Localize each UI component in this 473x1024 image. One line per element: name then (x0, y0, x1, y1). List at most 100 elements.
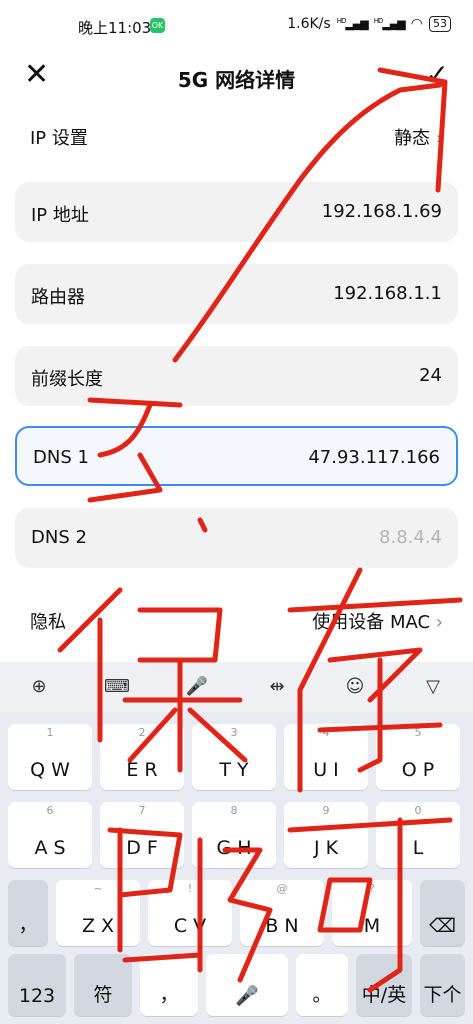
dns1-field[interactable]: DNS 1 47.93.117.166 (15, 426, 458, 486)
network-speed: 1.6K/s (287, 16, 331, 32)
chevron-right-icon: › (435, 612, 443, 633)
ip-address-field[interactable]: IP 地址 192.168.1.69 (15, 182, 458, 242)
ip-address-value[interactable]: 192.168.1.69 (322, 201, 442, 222)
ifly-icon[interactable]: ⊕ (24, 676, 54, 697)
key-hint: 6 (46, 804, 54, 817)
keyboard-key[interactable]: ⌫ (420, 880, 465, 946)
signal-icon: HD▂▄▆ (336, 17, 369, 31)
key-hint: 7 (138, 804, 146, 817)
keyboard-key[interactable]: 5 O P (376, 724, 460, 790)
keyboard-key[interactable]: 符 (74, 954, 132, 1016)
keyboard-key[interactable]: 6 A S (8, 802, 92, 868)
battery-icon: 53 (429, 16, 451, 32)
emoji-icon[interactable]: ☺ (340, 676, 370, 697)
key-label: L (412, 837, 424, 859)
keyboard-key[interactable]: 0L (376, 802, 460, 868)
key-label: T Y (219, 759, 249, 781)
key-hint: 4 (322, 726, 330, 739)
keyboard-key[interactable]: 🎤 (206, 954, 288, 1016)
ip-address-label: IP 地址 (31, 205, 89, 226)
keyboard-key[interactable]: 9 J K (284, 802, 368, 868)
keyboard-key[interactable]: @ B N (240, 880, 324, 946)
keyboard-key[interactable]: 3 T Y (192, 724, 276, 790)
dns1-label: DNS 1 (33, 447, 89, 468)
dns1-value[interactable]: 47.93.117.166 (308, 447, 440, 468)
key-label: B N (265, 915, 299, 937)
dns2-field[interactable]: DNS 2 8.8.4.4 (15, 508, 458, 568)
key-label: A S (34, 837, 66, 859)
key-label: Z X (81, 915, 115, 937)
key-label: Q W (30, 759, 70, 781)
header: ✕ 5G 网络详情 ✓ (0, 52, 473, 102)
keyboard-key[interactable]: 2 E R (100, 724, 184, 790)
key-label: ， (159, 984, 179, 1006)
signal-icon-2: HD▂▄▆ (373, 17, 406, 31)
keyboard-key[interactable]: 4 U I (284, 724, 368, 790)
keyboard-key[interactable]: ， (140, 954, 198, 1016)
key-label: M (363, 915, 381, 937)
router-label: 路由器 (31, 287, 85, 308)
keyboard-toolbar: ⊕ ⌨ 🎤 ⇹ ☺ ▽ (0, 662, 473, 712)
keyboard-key[interactable]: ? M (332, 880, 412, 946)
confirm-save-button[interactable]: ✓ (426, 60, 449, 90)
key-label: 符 (93, 984, 113, 1006)
keyboard-key[interactable]: 下个 (420, 954, 465, 1016)
router-value[interactable]: 192.168.1.1 (333, 283, 442, 304)
ip-settings-value: 静态 › (394, 128, 443, 149)
key-hint: 0 (414, 804, 422, 817)
key-label: ⌫ (429, 915, 456, 937)
keyboard-key[interactable]: ， (8, 880, 48, 946)
key-label: O P (401, 759, 435, 781)
key-hint: 2 (138, 726, 146, 739)
key-hint: 9 (322, 804, 330, 817)
router-field[interactable]: 路由器 192.168.1.1 (15, 264, 458, 324)
dns2-placeholder[interactable]: 8.8.4.4 (379, 527, 442, 548)
hide-keyboard-icon[interactable]: ▽ (418, 676, 448, 697)
keyboard-key[interactable]: 。 (296, 954, 348, 1016)
keyboard-key[interactable]: 7 D F (100, 802, 184, 868)
app-notification-icon: OK (150, 18, 165, 33)
key-label: 下个 (423, 984, 462, 1006)
key-label: 中/英 (361, 984, 407, 1006)
keyboard-key[interactable]: 8 G H (192, 802, 276, 868)
wifi-icon: ◠ (410, 16, 423, 32)
key-label: C V (173, 915, 207, 937)
microphone-icon[interactable]: 🎤 (182, 676, 212, 697)
key-hint: ! (187, 882, 193, 895)
keyboard-key[interactable]: ! C V (148, 880, 232, 946)
key-label: J K (313, 837, 339, 859)
key-hint: 5 (414, 726, 422, 739)
key-hint: 3 (230, 726, 238, 739)
key-hint: 1 (46, 726, 54, 739)
ip-settings-row[interactable]: IP 设置 静态 › (30, 116, 443, 156)
key-label: 🎤 (235, 985, 259, 1007)
key-label: U I (313, 759, 339, 781)
key-label: D F (126, 837, 158, 859)
privacy-row[interactable]: 隐私 使用设备 MAC › (30, 600, 443, 640)
prefix-length-field[interactable]: 前缀长度 24 (15, 346, 458, 406)
privacy-label: 隐私 (30, 612, 66, 633)
key-label: G H (216, 837, 252, 859)
status-bar: 晚上11:03 OK 1.6K/s HD▂▄▆ HD▂▄▆ ◠ 53 (0, 0, 473, 52)
keyboard-key[interactable]: 123 (8, 954, 66, 1016)
status-time: 晚上11:03 (78, 19, 152, 37)
key-hint: 8 (230, 804, 238, 817)
chevron-right-icon: › (435, 128, 443, 149)
key-hint: ~ (93, 882, 103, 895)
keyboard-key[interactable]: 中/英 (356, 954, 412, 1016)
keyboard-key[interactable]: ~ Z X (56, 880, 140, 946)
key-hint: @ (276, 882, 288, 895)
key-label: 123 (18, 985, 56, 1007)
keyboard-key[interactable]: 1 Q W (8, 724, 92, 790)
privacy-value: 使用设备 MAC › (312, 612, 443, 633)
keyboard-icon[interactable]: ⌨ (102, 676, 132, 697)
ip-settings-label: IP 设置 (30, 128, 88, 149)
page-title: 5G 网络详情 (177, 68, 296, 92)
prefix-length-value[interactable]: 24 (419, 365, 442, 386)
cursor-icon[interactable]: ⇹ (262, 676, 292, 697)
key-label: 。 (312, 984, 332, 1006)
dns2-label: DNS 2 (31, 527, 87, 548)
status-right: 1.6K/s HD▂▄▆ HD▂▄▆ ◠ 53 (287, 16, 451, 32)
prefix-length-label: 前缀长度 (31, 369, 103, 390)
key-hint: ? (369, 882, 375, 895)
